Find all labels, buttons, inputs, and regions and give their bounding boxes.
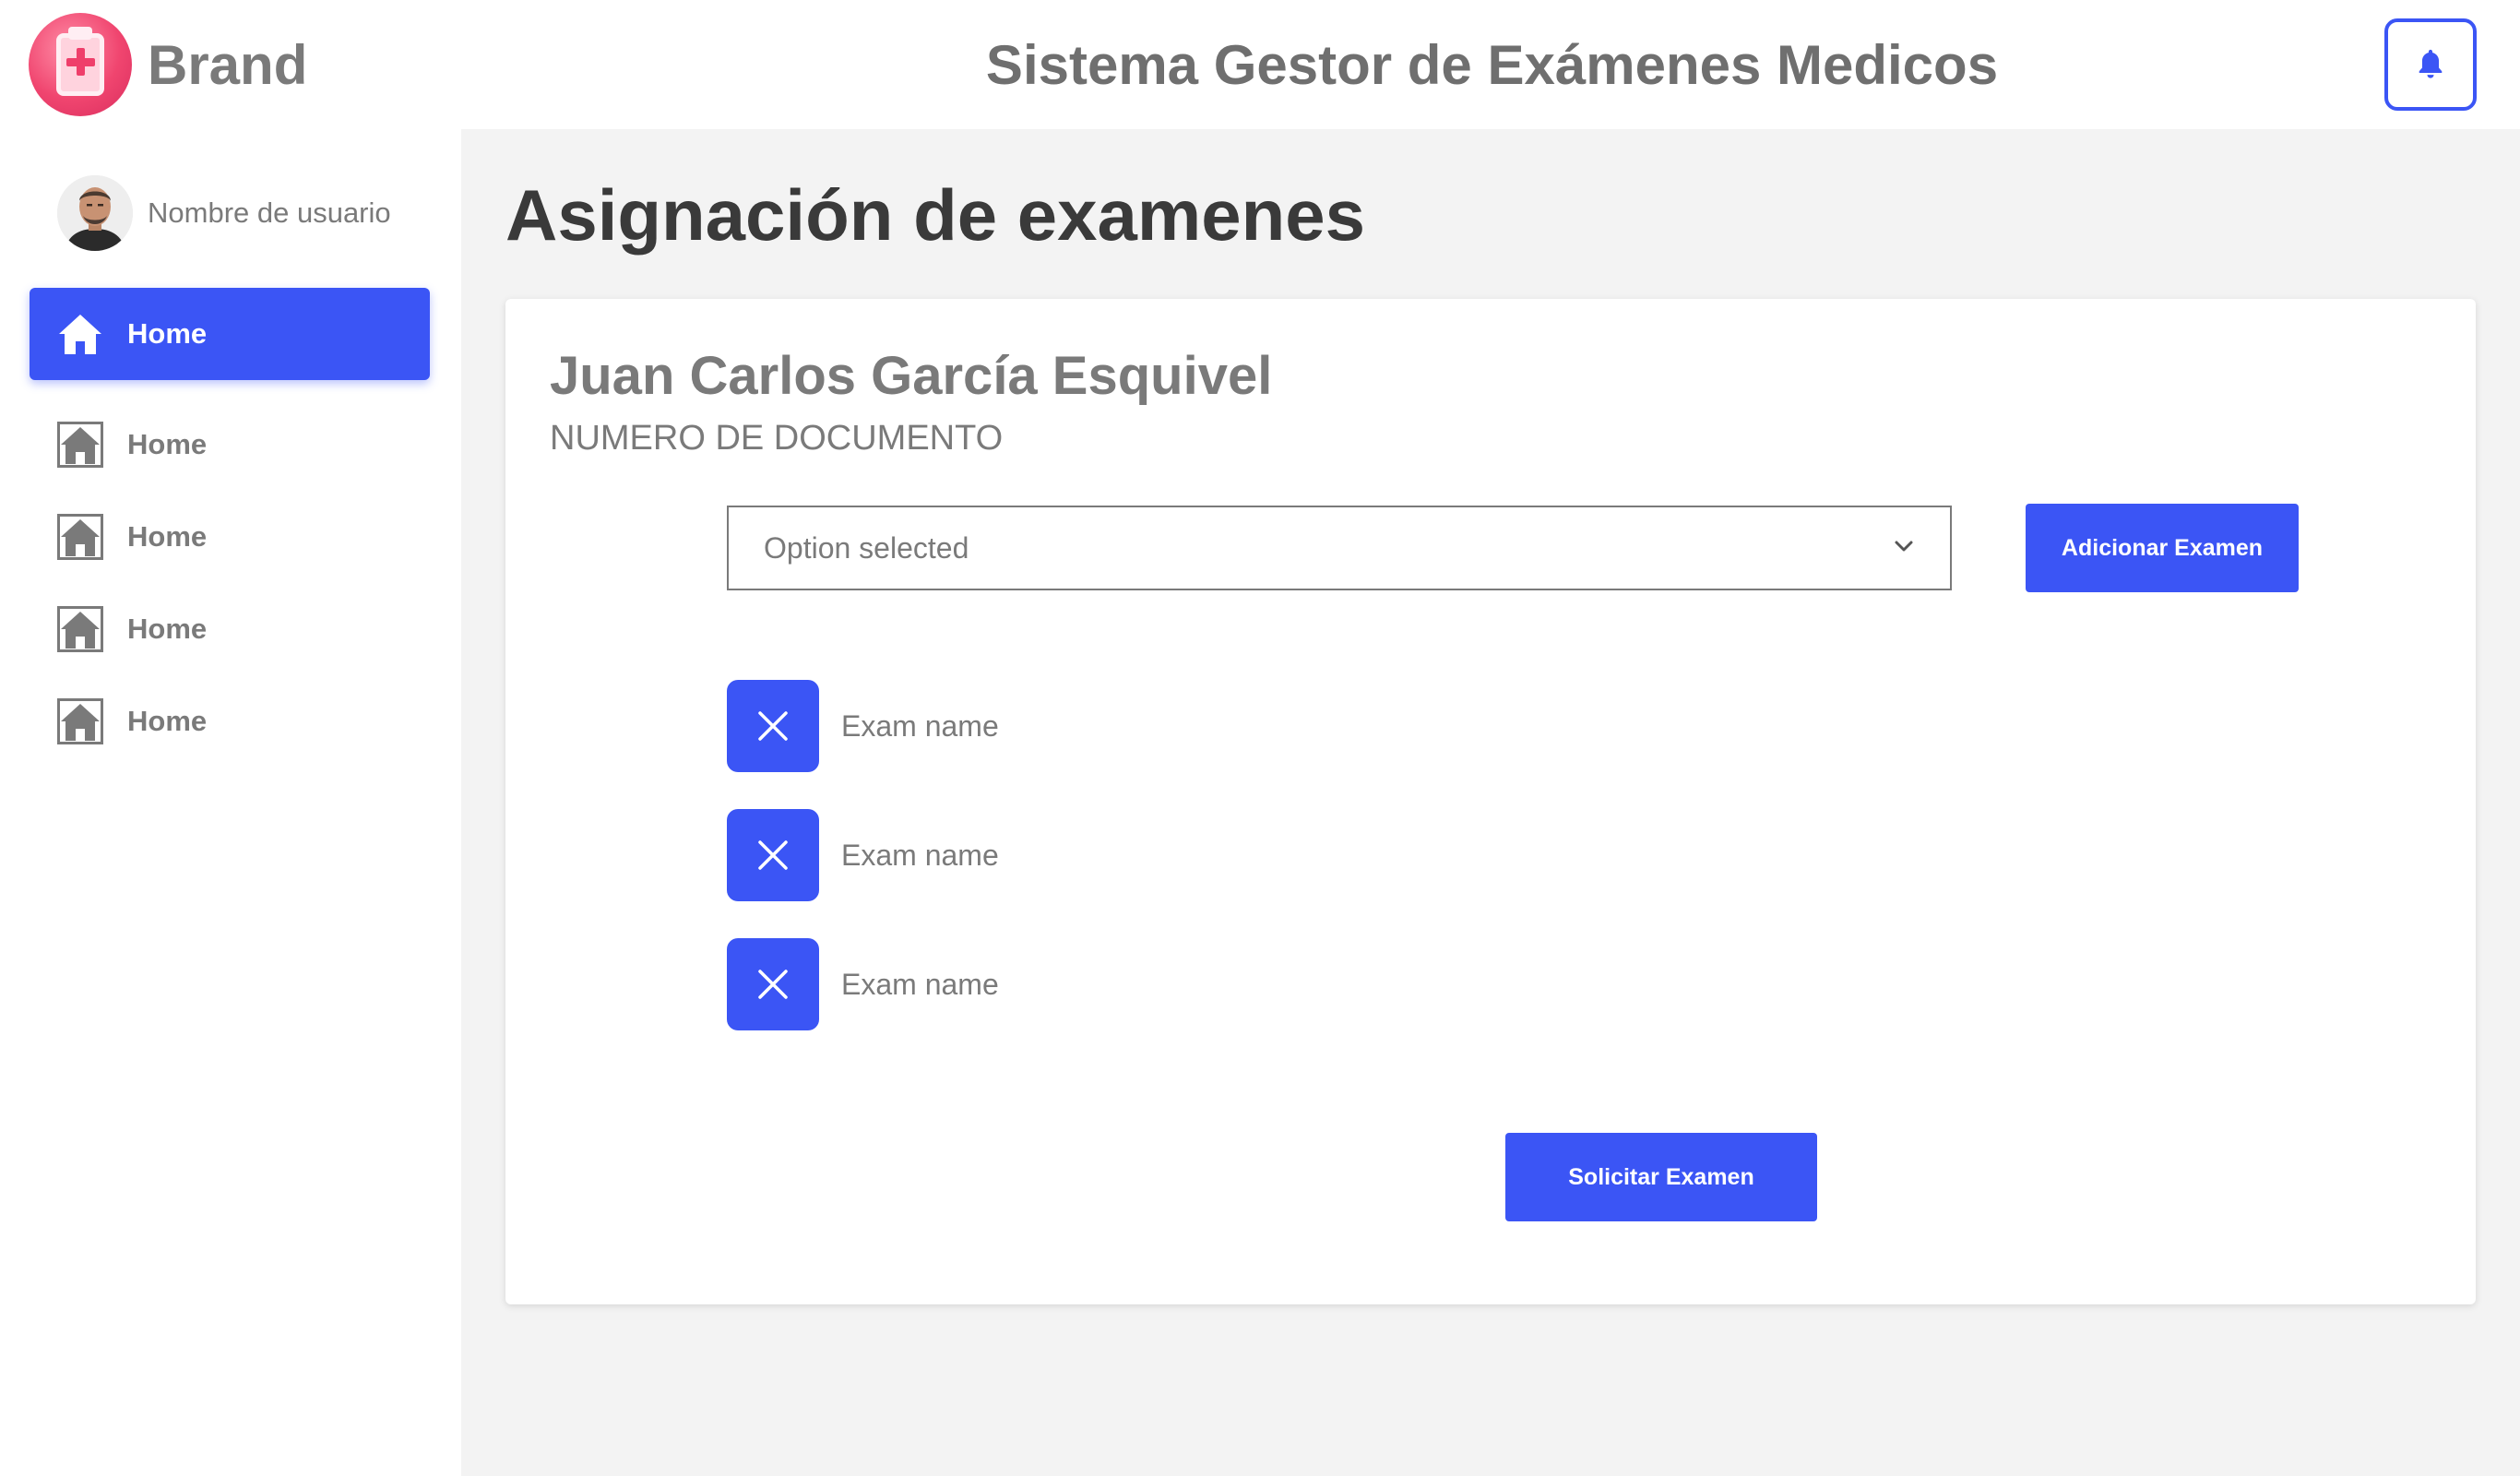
home-icon (57, 422, 103, 468)
home-icon (59, 315, 101, 354)
remove-exam-button[interactable] (727, 680, 819, 772)
home-icon (57, 514, 103, 560)
sidebar-item-home[interactable]: Home (30, 491, 430, 583)
exam-select[interactable]: Option selected (727, 506, 1952, 590)
chevron-down-icon (1895, 541, 1913, 552)
sidebar-item-home[interactable]: Home (30, 675, 430, 768)
page-title: Asignación de examenes (505, 174, 1366, 256)
bell-icon (2419, 49, 2443, 78)
exam-assignment-card: Juan Carlos García Esquivel NUMERO DE DO… (505, 299, 2476, 1304)
sidebar-item-home-active[interactable]: Home (30, 288, 430, 380)
close-icon (758, 711, 788, 741)
clipboard-medical-icon (29, 13, 132, 116)
top-bar: Brand Sistema Gestor de Exámenes Medicos (0, 0, 2520, 129)
request-exam-button[interactable]: Solicitar Examen (1505, 1133, 1817, 1221)
app-title: Sistema Gestor de Exámenes Medicos (985, 34, 1999, 96)
exam-list-item: Exam name (727, 938, 999, 1030)
sidebar-item-label: Home (127, 705, 208, 737)
exam-select-value: Option selected (764, 530, 969, 565)
sidebar-item-label: Home (127, 428, 208, 460)
patient-name: Juan Carlos García Esquivel (550, 346, 1273, 406)
sidebar-item-label: Home (127, 613, 208, 645)
exam-list-item: Exam name (727, 680, 999, 772)
remove-exam-button[interactable] (727, 809, 819, 901)
sidebar-item-home[interactable]: Home (30, 583, 430, 675)
exam-list-item: Exam name (727, 809, 999, 901)
brand-name: Brand (148, 34, 308, 96)
sidebar-item-home[interactable]: Home (30, 399, 430, 491)
add-exam-button[interactable]: Adicionar Examen (2026, 504, 2299, 592)
user-name: Nombre de usuario (148, 196, 391, 229)
sidebar-item-label: Home (127, 520, 208, 553)
close-icon (758, 840, 788, 870)
home-icon (57, 606, 103, 652)
user-profile[interactable]: Nombre de usuario (57, 172, 391, 255)
remove-exam-button[interactable] (727, 938, 819, 1030)
exam-name: Exam name (841, 967, 999, 1001)
sidebar-item-label: Home (127, 317, 208, 350)
main-content: Asignación de examenes Juan Carlos Garcí… (461, 129, 2520, 1476)
notifications-button[interactable] (2384, 18, 2477, 111)
avatar (57, 175, 133, 251)
close-icon (758, 970, 788, 999)
exam-name: Exam name (841, 838, 999, 872)
sidebar: Nombre de usuario Home Home Home Home Ho… (0, 129, 461, 1476)
document-number-label: NUMERO DE DOCUMENTO (550, 419, 1004, 458)
home-icon (57, 698, 103, 744)
exam-name: Exam name (841, 708, 999, 743)
